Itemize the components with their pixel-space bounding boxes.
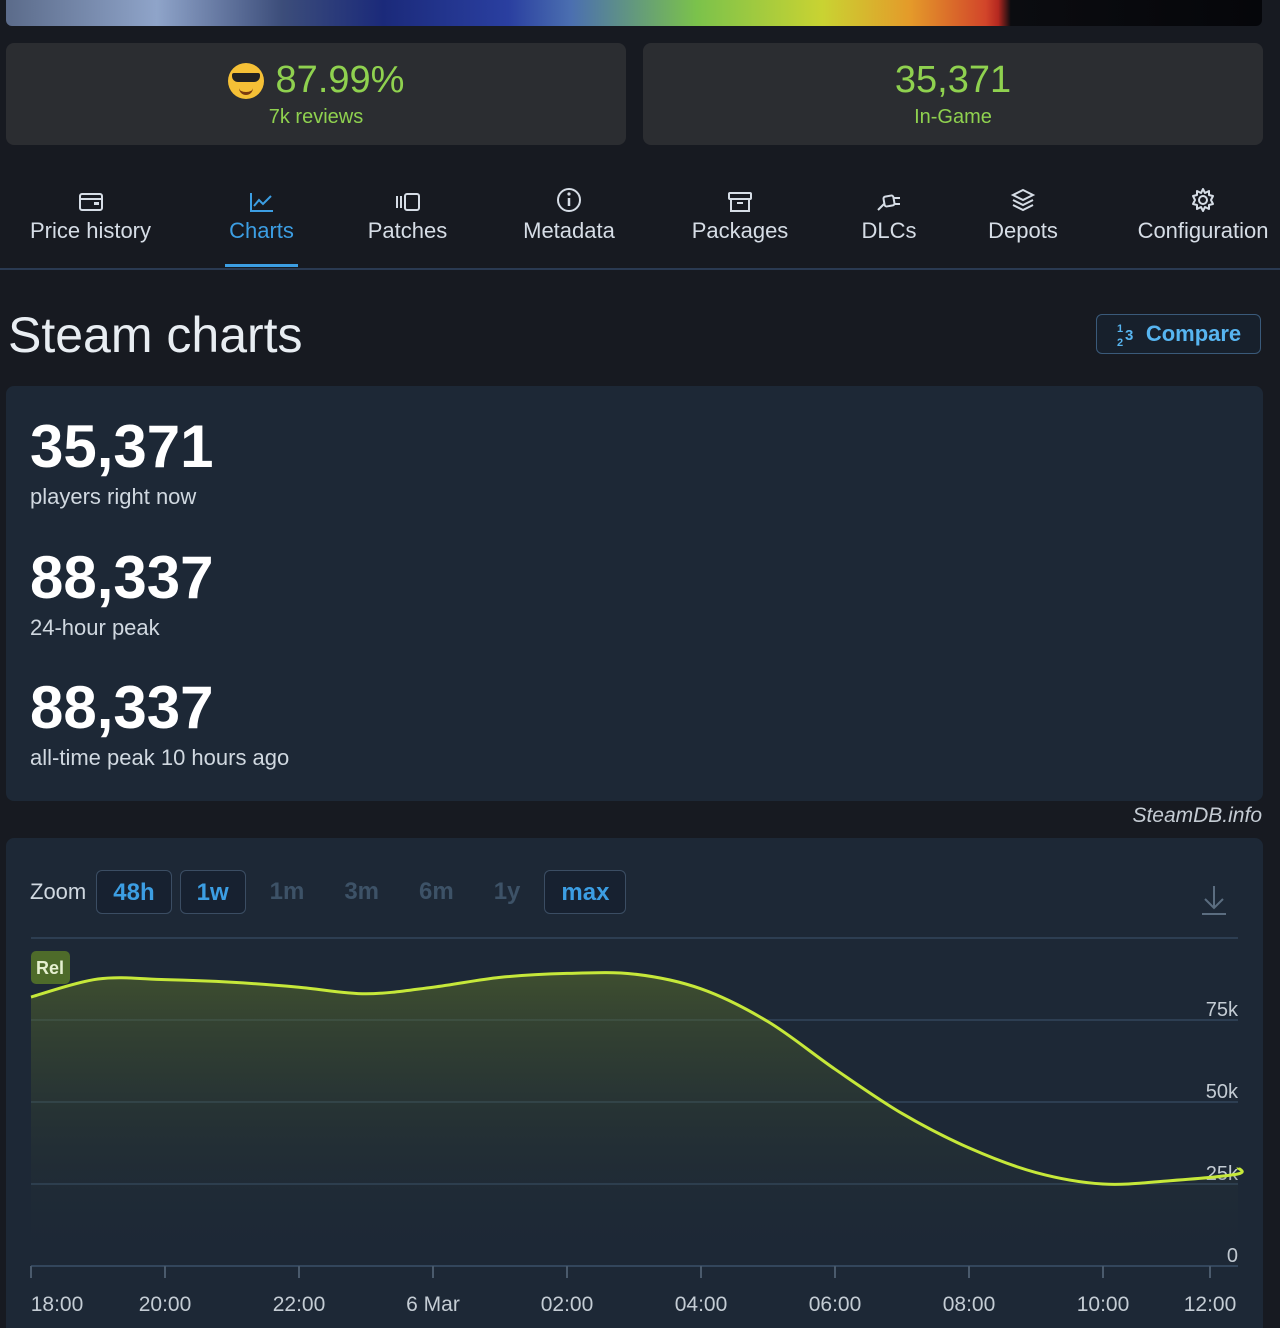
x-tick-label: 02:00 — [541, 1293, 594, 1316]
player-count-chart[interactable]: 025k50k75k18:0020:0022:006 Mar02:0004:00… — [0, 0, 1280, 1328]
x-tick-label: 06:00 — [809, 1293, 862, 1316]
x-tick-label: 6 Mar — [406, 1293, 460, 1316]
series-point[interactable] — [766, 1020, 770, 1024]
x-tick-label: 10:00 — [1077, 1293, 1130, 1316]
series-point[interactable] — [699, 987, 703, 991]
release-marker[interactable]: Rel — [31, 951, 70, 984]
series-point[interactable] — [230, 980, 234, 984]
series-point[interactable] — [1235, 1172, 1239, 1176]
series-point[interactable] — [364, 992, 368, 996]
series-point[interactable] — [498, 975, 502, 979]
x-tick-label: 04:00 — [675, 1293, 728, 1316]
series-point[interactable] — [1101, 1182, 1105, 1186]
series-point[interactable] — [96, 977, 100, 981]
x-tick-label: 08:00 — [943, 1293, 996, 1316]
release-marker-label: Rel — [36, 958, 64, 978]
series-point[interactable] — [1034, 1171, 1038, 1175]
series-area — [31, 972, 1243, 1266]
x-tick-label: 12:00 — [1184, 1293, 1237, 1316]
series-point[interactable] — [163, 978, 167, 982]
x-tick-label: 20:00 — [139, 1293, 192, 1316]
series-point[interactable] — [565, 971, 569, 975]
series-point[interactable] — [967, 1146, 971, 1150]
series-point[interactable] — [833, 1067, 837, 1071]
y-tick-label: 50k — [1206, 1081, 1239, 1103]
x-tick-label: 18:00 — [31, 1293, 84, 1316]
series-point[interactable] — [632, 972, 636, 976]
series-point[interactable] — [1236, 1166, 1240, 1170]
y-tick-label: 75k — [1206, 999, 1239, 1021]
series-point[interactable] — [29, 995, 33, 999]
series-point[interactable] — [431, 985, 435, 989]
series-point[interactable] — [1168, 1179, 1172, 1183]
series-point[interactable] — [297, 985, 301, 989]
series-point[interactable] — [900, 1111, 904, 1115]
x-tick-label: 22:00 — [273, 1293, 326, 1316]
